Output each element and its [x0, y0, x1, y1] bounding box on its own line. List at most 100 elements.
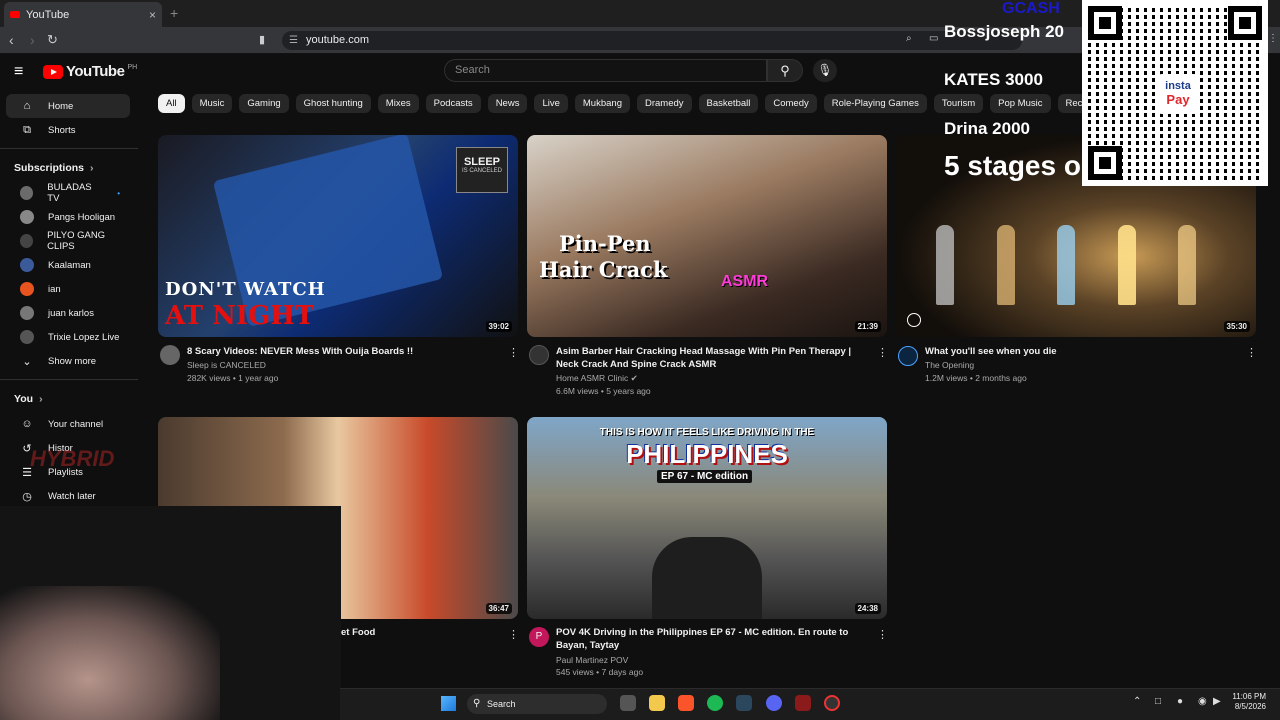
streamer-image [0, 586, 220, 720]
video-duration: 21:39 [854, 321, 881, 332]
channel-avatar[interactable] [529, 345, 549, 365]
clock-icon: ◷ [22, 490, 32, 503]
channel-name[interactable]: Sleep is CANCELED [187, 359, 266, 372]
avatar [20, 210, 34, 224]
chip[interactable]: Pop Music [990, 94, 1051, 113]
channel-avatar[interactable] [898, 346, 918, 366]
divider [0, 148, 138, 149]
thumbnail-text: EP 67 - MC edition [657, 470, 753, 483]
video-thumbnail[interactable]: Pin-Pen Hair Crack ASMR 21:39 [527, 135, 887, 337]
microphone-icon[interactable]: ● [1177, 696, 1183, 707]
video-title[interactable]: What you'll see when you die [925, 345, 1235, 358]
steam-icon[interactable] [736, 695, 752, 711]
video-thumbnail[interactable]: SLEEP IS CANCELED DON'T WATCH AT NIGHT 3… [158, 135, 518, 337]
file-explorer-icon[interactable] [649, 695, 665, 711]
chip[interactable]: Live [534, 94, 568, 113]
thumbnail-text: THIS IS HOW IT FEELS LIKE DRIVING IN THE [599, 427, 815, 438]
reload-icon[interactable]: ↻ [47, 32, 58, 48]
sidebar-item-subscription[interactable]: Trixie Lopez Live [6, 325, 130, 349]
chip[interactable]: Tourism [933, 94, 984, 113]
overlay-donation-line: 5 stages o [944, 150, 1081, 181]
sidebar-item-show-more[interactable]: ⌄ Show more [6, 349, 130, 373]
sidebar-item-subscription[interactable]: PILYO GANG CLIPS [6, 229, 130, 253]
chip[interactable]: Mukbang [574, 94, 630, 113]
video-thumbnail[interactable]: THIS IS HOW IT FEELS LIKE DRIVING IN THE… [527, 417, 887, 619]
discord-icon[interactable] [766, 695, 782, 711]
chevron-up-icon[interactable]: ⌃ [1133, 696, 1141, 707]
logo-text: YouTube [66, 63, 125, 80]
windows-start-icon[interactable] [441, 696, 456, 711]
site-info-icon[interactable]: ☰ [289, 31, 298, 50]
chip[interactable]: News [487, 94, 528, 113]
more-options-icon[interactable]: ⋮ [508, 346, 519, 359]
voice-search-button[interactable]: 🎙 [813, 59, 837, 82]
chip[interactable]: Gaming [239, 94, 289, 113]
sidebar-item-subscription[interactable]: BULADAS TV • [6, 181, 130, 205]
video-title[interactable]: et Food [341, 626, 491, 639]
search-icon: ⚲ [780, 63, 790, 78]
clock[interactable]: 11:06 PM 8/5/2026 [1228, 692, 1266, 712]
you-heading[interactable]: You › [0, 386, 138, 412]
more-options-icon[interactable]: ⋮ [508, 628, 519, 641]
video-meta: 282K views • 1 year ago [187, 373, 279, 383]
wifi-icon[interactable]: ◉ [1198, 696, 1207, 707]
sidebar-item-shorts[interactable]: ⧉ Shorts [6, 118, 130, 142]
browser-tab-youtube[interactable]: YouTube × [4, 2, 162, 27]
chip[interactable]: Mixes [377, 94, 419, 113]
chip-all[interactable]: All [158, 94, 185, 113]
video-title[interactable]: 8 Scary Videos: NEVER Mess With Ouija Bo… [187, 345, 497, 358]
channel-avatar[interactable]: P [529, 627, 549, 647]
sidebar-item-subscription[interactable]: Pangs Hooligan [6, 205, 130, 229]
hamburger-menu-icon[interactable]: ≡ [14, 63, 23, 81]
chip[interactable]: Podcasts [425, 94, 481, 113]
shorts-icon: ⧉ [23, 123, 31, 136]
video-title[interactable]: Asim Barber Hair Cracking Head Massage W… [556, 345, 866, 371]
sidebar-item-watch-later[interactable]: ◷ Watch later [6, 484, 130, 508]
chip[interactable]: Music [191, 94, 233, 113]
obs-icon[interactable] [824, 695, 840, 711]
bookmark-icon[interactable]: ▮ [259, 33, 265, 46]
zoom-icon[interactable]: ⌕ [906, 33, 912, 44]
search-input[interactable]: Search [444, 59, 767, 82]
channel-name[interactable]: The Opening [925, 359, 974, 372]
brave-browser-icon[interactable] [678, 695, 694, 711]
chip[interactable]: Role-Playing Games [823, 94, 927, 113]
app-icon[interactable] [795, 695, 811, 711]
chip[interactable]: Dramedy [636, 94, 692, 113]
chip[interactable]: Ghost hunting [295, 94, 371, 113]
tab-close-icon[interactable]: × [149, 8, 156, 22]
forward-arrow-icon[interactable]: › [30, 32, 35, 48]
cast-icon[interactable]: ▭ [929, 33, 938, 44]
divider [0, 379, 138, 380]
sidebar-item-subscription[interactable]: Kaalaman [6, 253, 130, 277]
subscriptions-heading[interactable]: Subscriptions › [0, 155, 138, 181]
chevron-down-icon: ⌄ [22, 355, 32, 368]
back-arrow-icon[interactable]: ‹ [9, 32, 14, 48]
youtube-favicon-icon [10, 11, 20, 18]
gcash-label: GCASH [1002, 0, 1060, 17]
network-icon[interactable]: □ [1155, 696, 1161, 707]
chip[interactable]: Basketball [698, 94, 759, 113]
chip[interactable]: Comedy [765, 94, 817, 113]
sidebar-item-subscription[interactable]: ian [6, 277, 130, 301]
watermark-text: HYBRID [30, 446, 115, 471]
taskbar-search[interactable]: ⚲ Search [467, 694, 607, 714]
task-view-icon[interactable] [620, 695, 636, 711]
spotify-icon[interactable] [707, 695, 723, 711]
search-button[interactable]: ⚲ [767, 59, 803, 82]
more-options-icon[interactable]: ⋮ [877, 346, 888, 359]
browser-menu-icon[interactable]: ⋮ [1268, 33, 1278, 44]
sidebar-item-home[interactable]: ⌂ Home [6, 94, 130, 118]
channel-avatar[interactable] [160, 345, 180, 365]
more-options-icon[interactable]: ⋮ [877, 628, 888, 641]
youtube-logo[interactable]: YouTube PH [43, 63, 137, 80]
channel-name[interactable]: Home ASMR Clinic ✔ [556, 372, 638, 385]
more-options-icon[interactable]: ⋮ [1246, 346, 1257, 359]
sidebar-item-subscription[interactable]: juan karlos [6, 301, 130, 325]
volume-icon[interactable]: ▶ [1213, 696, 1221, 707]
verified-icon: ✔ [630, 373, 638, 383]
filter-chips: All Music Gaming Ghost hunting Mixes Pod… [158, 94, 1185, 113]
new-tab-button[interactable]: + [170, 5, 178, 21]
sidebar-item-your-channel[interactable]: ☺ Your channel [6, 412, 130, 436]
video-title[interactable]: POV 4K Driving in the Philippines EP 67 … [556, 626, 866, 652]
